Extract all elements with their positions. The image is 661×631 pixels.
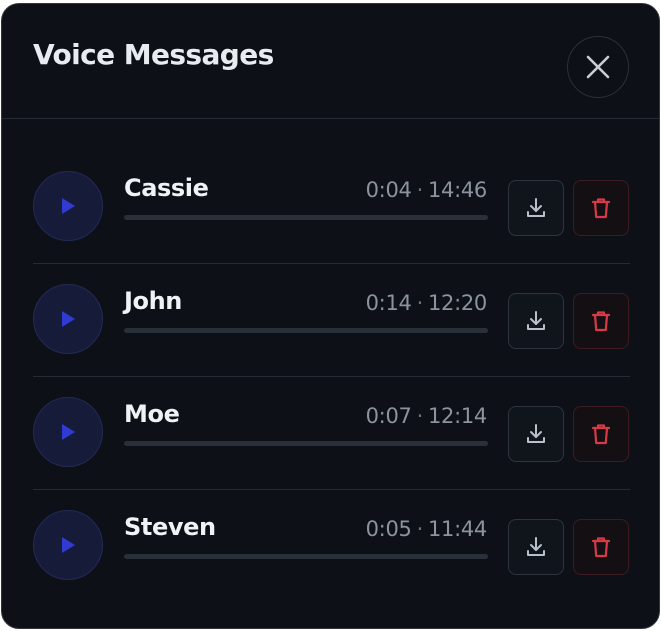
progress-bar[interactable]: [124, 328, 488, 333]
message-duration: 0:14: [365, 291, 412, 315]
close-icon: [586, 55, 610, 79]
download-button[interactable]: [508, 293, 564, 349]
play-button[interactable]: [33, 284, 103, 354]
sender-name: Steven: [124, 513, 216, 541]
download-icon: [527, 537, 545, 556]
voice-message-item: John 0:14 · 12:20: [2, 260, 659, 373]
sender-name: Cassie: [124, 174, 209, 202]
progress-bar[interactable]: [124, 215, 488, 220]
trash-icon: [591, 424, 611, 445]
progress-bar[interactable]: [124, 441, 488, 446]
sender-name: Moe: [124, 400, 180, 428]
voice-messages-dialog: Voice Messages Cassie 0:04 · 14:46 John …: [1, 3, 660, 629]
delete-button[interactable]: [573, 406, 629, 462]
progress-bar[interactable]: [124, 554, 488, 559]
message-duration: 0:05: [365, 517, 412, 541]
play-icon: [62, 311, 75, 327]
message-duration: 0:07: [365, 404, 412, 428]
message-meta: 0:05 · 11:44: [365, 517, 488, 541]
download-icon: [527, 424, 545, 443]
dialog-header: Voice Messages: [2, 4, 659, 119]
play-icon: [62, 198, 75, 214]
download-icon: [527, 311, 545, 330]
trash-icon: [591, 311, 611, 332]
meta-separator: ·: [416, 178, 424, 202]
dialog-title: Voice Messages: [33, 38, 274, 71]
trash-icon: [591, 198, 611, 219]
download-button[interactable]: [508, 180, 564, 236]
meta-separator: ·: [416, 404, 424, 428]
voice-message-item: Moe 0:07 · 12:14: [2, 373, 659, 486]
voice-message-item: Cassie 0:04 · 14:46: [2, 147, 659, 260]
trash-icon: [591, 537, 611, 558]
message-time: 11:44: [427, 517, 487, 541]
play-icon: [62, 424, 75, 440]
delete-button[interactable]: [573, 180, 629, 236]
delete-button[interactable]: [573, 519, 629, 575]
download-icon: [527, 198, 545, 217]
voice-message-item: Steven 0:05 · 11:44: [2, 486, 659, 599]
sender-name: John: [124, 287, 182, 315]
play-button[interactable]: [33, 171, 103, 241]
close-button[interactable]: [567, 36, 629, 98]
download-button[interactable]: [508, 406, 564, 462]
message-duration: 0:04: [365, 178, 412, 202]
message-meta: 0:14 · 12:20: [365, 291, 488, 315]
meta-separator: ·: [416, 517, 424, 541]
meta-separator: ·: [416, 291, 424, 315]
play-icon: [62, 537, 75, 553]
play-button[interactable]: [33, 510, 103, 580]
message-meta: 0:04 · 14:46: [365, 178, 488, 202]
message-meta: 0:07 · 12:14: [365, 404, 488, 428]
download-button[interactable]: [508, 519, 564, 575]
message-time: 12:14: [427, 404, 487, 428]
delete-button[interactable]: [573, 293, 629, 349]
message-time: 12:20: [427, 291, 487, 315]
message-time: 14:46: [427, 178, 487, 202]
play-button[interactable]: [33, 397, 103, 467]
